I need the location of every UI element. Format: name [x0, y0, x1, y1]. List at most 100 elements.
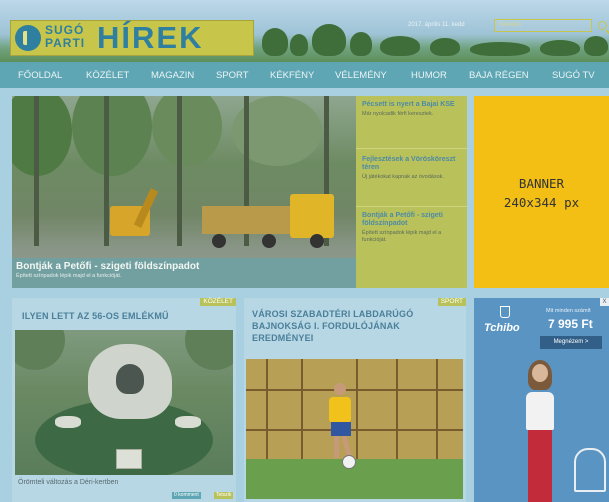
- memorial-plaque: [116, 449, 142, 469]
- header-tree: [262, 28, 288, 56]
- share-button[interactable]: Tetszik: [214, 492, 234, 499]
- article-image-football[interactable]: [246, 359, 463, 499]
- truck-wheel: [212, 234, 226, 248]
- divider: [356, 148, 467, 149]
- search-icon[interactable]: [598, 21, 607, 30]
- model-top: [526, 392, 554, 430]
- close-icon[interactable]: X: [600, 298, 609, 306]
- nav-item-magazin[interactable]: MAGAZIN: [151, 70, 194, 81]
- article-title-line: VÁROSI SZABADTÉRI LABDARÚGÓ: [252, 309, 414, 319]
- nav-item-sugo-tv[interactable]: SUGÓ TV: [552, 70, 595, 81]
- nav-item-sport[interactable]: SPORT: [216, 70, 249, 81]
- fence-rail: [246, 389, 463, 391]
- logo-word: HÍREK: [97, 20, 204, 55]
- player-shorts: [331, 422, 351, 436]
- fence-post: [436, 359, 438, 459]
- truck-cab: [290, 194, 334, 238]
- article-title-line: BAJNOKSÁG I. FORDULÓJÁNAK: [252, 321, 401, 331]
- article-image-memorial[interactable]: [15, 330, 233, 475]
- header-tree: [290, 34, 308, 56]
- search-input[interactable]: Keresés: [494, 19, 592, 32]
- logo-emblem-icon: [15, 25, 41, 51]
- side-news-text: Épített színpadok lépik majd el a funkci…: [362, 230, 442, 243]
- truck-bed: [202, 206, 292, 234]
- side-news-item[interactable]: Pécsett is nyert a Bajai KSE Már nyolcad…: [362, 101, 464, 118]
- memorial-stone: [88, 344, 172, 419]
- hero-title[interactable]: Bontják a Petőfi - szigeti földszínpadot: [16, 261, 199, 272]
- stone-block: [55, 416, 81, 428]
- nav-item-kozelet[interactable]: KÖZÉLET: [86, 70, 129, 81]
- header-tree: [350, 32, 372, 56]
- chair: [574, 448, 606, 492]
- banner-line1: BANNER: [518, 176, 565, 191]
- football: [342, 455, 356, 469]
- tree-trunk: [177, 96, 182, 246]
- ad-brand-logo: Tchibo: [484, 322, 520, 334]
- nav-item-fooldal[interactable]: FŐOLDAL: [18, 70, 62, 81]
- header-tree: [470, 42, 530, 56]
- header-tree: [584, 36, 608, 56]
- side-news-title[interactable]: Fejlesztések a Vörösköreszt téren: [362, 156, 464, 172]
- header-tree: [312, 24, 346, 56]
- article-title[interactable]: ILYEN LETT AZ 56-OS EMLÉKMŰ: [22, 310, 169, 322]
- header-tree: [540, 40, 580, 56]
- model-pants: [528, 430, 552, 502]
- divider: [356, 206, 467, 207]
- site-header: SUGÓ PARTI HÍREK 2017. április 11. kedd …: [0, 0, 609, 62]
- nav-item-velemeny[interactable]: VÉLEMÉNY: [335, 70, 387, 81]
- nav-item-kekfeny[interactable]: KÉKFÉNY: [270, 70, 314, 81]
- ad-price: 7 995 Ft: [548, 317, 593, 331]
- ad-cta-button[interactable]: Megnézem >: [540, 336, 602, 349]
- fence-post: [396, 359, 398, 459]
- tree-trunk: [34, 96, 39, 246]
- nav-item-baja-regen[interactable]: BAJA RÉGEN: [469, 70, 529, 81]
- player-head: [334, 383, 346, 395]
- nav-item-humor[interactable]: HUMOR: [411, 70, 447, 81]
- search-placeholder: Keresés: [499, 22, 522, 28]
- ad-tagline: Mit minden számít: [546, 308, 591, 314]
- fence-post: [301, 359, 303, 459]
- hero-subtitle: Épített színpadok lépik majd el a funkci…: [16, 273, 122, 279]
- main-nav: FŐOLDAL KÖZÉLET MAGAZIN SPORT KÉKFÉNY VÉ…: [0, 62, 609, 88]
- coffee-cup-icon: [500, 306, 510, 318]
- logo-line2: PARTI: [45, 36, 86, 50]
- tree-trunk: [104, 96, 109, 246]
- comment-count[interactable]: 0 komment: [172, 492, 201, 499]
- memorial-relief: [116, 364, 144, 394]
- tree-canopy: [152, 96, 222, 166]
- current-date: 2017. április 11. kedd: [408, 22, 465, 28]
- tree-canopy: [185, 330, 233, 370]
- tree-canopy: [15, 330, 65, 370]
- side-news-text: Már nyolcadik férfi keresztek.: [362, 111, 434, 117]
- player-leg: [341, 435, 352, 457]
- side-news-text: Új játékokat kapnak az óvodások.: [362, 174, 444, 180]
- fence-post: [266, 359, 268, 459]
- article-title[interactable]: VÁROSI SZABADTÉRI LABDARÚGÓ BAJNOKSÁG I.…: [252, 308, 413, 344]
- banner-label: BANNER 240x344 px: [474, 174, 609, 212]
- player-leg: [334, 436, 339, 458]
- fence-post: [356, 359, 358, 459]
- tchibo-ad[interactable]: X Tchibo Mit minden számít 7 995 Ft Megn…: [474, 298, 609, 502]
- model-head: [532, 364, 548, 382]
- article-caption[interactable]: Örömteli változás a Déri-kertben: [18, 479, 118, 486]
- hero-article[interactable]: Bontják a Petőfi - szigeti földszínpadot…: [12, 96, 356, 288]
- stone-block: [175, 416, 201, 428]
- player-shirt: [329, 397, 351, 423]
- tree-canopy: [72, 96, 152, 176]
- fence-rail: [246, 429, 463, 431]
- side-news-item[interactable]: Fejlesztések a Vörösköreszt téren Új ját…: [362, 156, 464, 181]
- side-news-item[interactable]: Bontják a Petőfi - szigeti földszínpadot…: [362, 212, 464, 243]
- header-tree: [380, 36, 420, 56]
- truck-wheel: [310, 234, 324, 248]
- side-news-title[interactable]: Pécsett is nyert a Bajai KSE: [362, 101, 464, 109]
- category-tag[interactable]: KÖZÉLET: [200, 298, 236, 306]
- article-title-line: EREDMÉNYEI: [252, 333, 314, 343]
- truck-wheel: [262, 234, 276, 248]
- site-logo[interactable]: SUGÓ PARTI HÍREK: [10, 20, 254, 56]
- category-tag[interactable]: SPORT: [437, 298, 466, 306]
- hero-caption: Bontják a Petőfi - szigeti földszínpadot…: [12, 258, 356, 288]
- side-news-list: Pécsett is nyert a Bajai KSE Már nyolcad…: [356, 96, 467, 288]
- page-frame: SUGÓ PARTI HÍREK 2017. április 11. kedd …: [0, 0, 609, 502]
- banner-placeholder[interactable]: BANNER 240x344 px: [474, 96, 609, 288]
- side-news-title[interactable]: Bontják a Petőfi - szigeti földszínpadot: [362, 212, 464, 228]
